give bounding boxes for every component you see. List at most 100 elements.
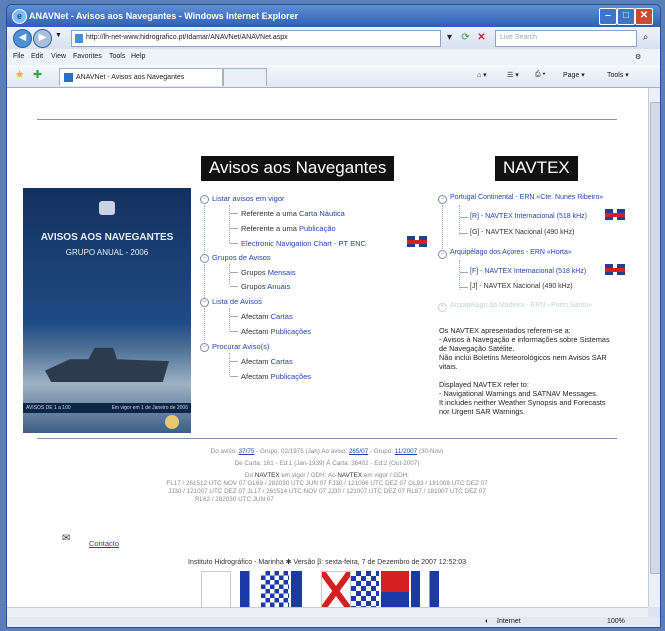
tree-enc[interactable]: Electronic Navigation Chart - PT ENC: [241, 239, 366, 248]
uk-flag-icon: [605, 209, 625, 220]
tree-tick: [230, 286, 238, 287]
tree-line: [204, 264, 205, 298]
tree-tick: [230, 243, 238, 244]
title-bar: e ANAVNet - Avisos aos Navegantes - Wind…: [7, 5, 660, 27]
navtex-g-nac[interactable]: [G] - NAVTEX Nacional (490 kHz): [470, 229, 575, 236]
tree-listar[interactable]: Listar avisos em vigor: [212, 194, 285, 203]
tree-line: [229, 353, 230, 375]
page-content: Avisos aos Navegantes NAVTEX AVISOS AOS …: [7, 88, 648, 611]
navtex-toggle-icon[interactable]: −: [438, 195, 447, 204]
print-icon[interactable]: ⎙ ▾: [535, 71, 546, 79]
navtex-gdh-row[interactable]: FL17 / 261512 UTC NOV 07 GL69 / 282030 U…: [157, 480, 497, 488]
tab-anavnet[interactable]: ANAVNet - Avisos aos Navegantes: [59, 68, 223, 86]
middle-divider: [37, 438, 617, 439]
internet-zone-icon: ◐: [485, 618, 490, 625]
tree-procurar-publicacoes[interactable]: Afectam Publicações: [241, 372, 311, 381]
address-input[interactable]: http://lh-net-www.hidrografico.pt/Idamar…: [71, 30, 441, 47]
maximize-button[interactable]: □: [617, 8, 635, 25]
menu-view[interactable]: View: [51, 53, 66, 60]
contact-link[interactable]: Contacto: [89, 539, 119, 548]
tree-procurar-cartas[interactable]: Afectam Cartas: [241, 357, 293, 366]
tools-menu[interactable]: Tools ▾: [607, 71, 629, 79]
navtex-toggle-icon[interactable]: +: [438, 303, 447, 312]
tree-ref-publicacao[interactable]: Referente a uma Publicação: [241, 224, 336, 233]
tree-line: [204, 205, 205, 257]
mail-icon[interactable]: ✉: [62, 533, 70, 544]
tree-tick: [230, 228, 238, 229]
stop-icon[interactable]: ✕: [475, 31, 488, 44]
status-bar: ◐ Internet 100%: [7, 617, 660, 627]
tree-line: [229, 264, 230, 284]
tree-lista[interactable]: Lista de Avisos: [212, 297, 262, 306]
footer-info: Do aviso: 37/75 - Grupo: 02/1975 (Jan) A…: [157, 448, 497, 504]
tree-line: [459, 260, 460, 290]
menu-edit[interactable]: Edit: [31, 53, 43, 60]
close-button[interactable]: ✕: [635, 8, 653, 25]
tree-grupos-anuais[interactable]: Grupos Anuais: [241, 282, 290, 291]
tree-tick: [460, 233, 468, 234]
feeds-icon[interactable]: ☰ ▾: [507, 71, 519, 79]
scroll-thumb[interactable]: [650, 102, 660, 574]
signal-flag-blue-icon: [291, 571, 319, 609]
minimize-button[interactable]: –: [599, 8, 617, 25]
navtex-j-nac[interactable]: [J] - NAVTEX Nacional (490 kHz): [470, 283, 573, 290]
navtex-r-int[interactable]: [R] - NAVTEX Internacional (518 kHz): [470, 213, 587, 220]
tree-ref-carta[interactable]: Referente a uma Carta Náutica: [241, 209, 345, 218]
navtex-toggle-icon[interactable]: −: [438, 250, 447, 259]
tree-toggle-icon[interactable]: −: [200, 298, 209, 307]
menu-tools[interactable]: Tools: [109, 53, 125, 60]
tree-toggle-icon[interactable]: −: [200, 254, 209, 263]
back-button[interactable]: ◀: [13, 29, 32, 48]
search-icon[interactable]: ⌕: [639, 31, 652, 44]
status-zone: Internet: [497, 618, 521, 625]
menu-bar: File Edit View Favorites Tools Help ⚙: [7, 49, 660, 65]
tree-toggle-icon[interactable]: −: [200, 195, 209, 204]
cover-strip: AVISOS DE 1 a 100 Em vigor em 1 de Janei…: [23, 403, 191, 413]
navtex-gdh-row[interactable]: RL62 / 282030 UTC JUN 07: [157, 496, 497, 504]
tree-grupos-mensais[interactable]: Grupos Mensais: [241, 268, 296, 277]
tree-tick: [230, 213, 238, 214]
tree-lista-publicacoes[interactable]: Afectam Publicações: [241, 327, 311, 336]
favorites-bar: ★ ✚ ANAVNet - Avisos aos Navegantes ⌂ ▾ …: [7, 65, 660, 88]
navtex-acores[interactable]: Arquipélago dos Açores - ERN «Horta»: [450, 249, 572, 256]
zoom-level[interactable]: 100%: [607, 618, 625, 625]
menu-help[interactable]: Help: [131, 53, 145, 60]
search-input[interactable]: Live Search: [495, 30, 637, 47]
link-grupo[interactable]: 11/2007: [395, 448, 417, 455]
navtex-note-en: Displayed NAVTEX refer to: - Navigationa…: [439, 380, 606, 416]
menu-favorites[interactable]: Favorites: [73, 53, 102, 60]
toolbar-gear-icon[interactable]: ⚙: [635, 53, 641, 61]
navtex-f-int[interactable]: [F] - NAVTEX Internacional (518 kHz): [470, 268, 586, 275]
navtex-gdh-row[interactable]: JJ30 / 121007 UTC DEZ 07 JL17 / 261514 U…: [157, 488, 497, 496]
navtex-gdh-header: Do NAVTEX em vigor / GDH: Ao NAVTEX em v…: [245, 472, 409, 479]
signal-flags: [201, 571, 465, 611]
dropdown-icon[interactable]: ▾: [443, 31, 456, 44]
add-favorite-icon[interactable]: ✚: [31, 69, 44, 82]
navtex-madeira[interactable]: Arquipélago da Madeira - ERN «Porto Sant…: [450, 302, 592, 309]
navtex-pt-continental[interactable]: Portugal Continental - ERN «Cte. Nunes R…: [450, 194, 603, 201]
tree-tick: [230, 376, 238, 377]
tree-grupos[interactable]: Grupos de Avisos: [212, 253, 271, 262]
favorites-star-icon[interactable]: ★: [13, 69, 26, 82]
cover-title: AVISOS AOS NAVEGANTES: [40, 232, 174, 243]
range-cartas: De Carta: 161 - Ed.1 (Jan-1939) À Carta:…: [234, 460, 420, 467]
signal-flag-cross-icon: [321, 571, 351, 611]
address-toolbar: ◀ ▶ ▼ http://lh-net-www.hidrografico.pt/…: [7, 27, 660, 49]
tree-tick: [460, 287, 468, 288]
page-menu[interactable]: Page ▾: [563, 71, 585, 79]
recent-pages-chevron-icon[interactable]: ▼: [55, 32, 62, 39]
tree-procurar[interactable]: Procurar Aviso(s): [212, 342, 269, 351]
new-tab-button[interactable]: [223, 68, 267, 86]
menu-file[interactable]: File: [13, 53, 24, 60]
link-aviso-to[interactable]: 265/07: [349, 448, 368, 455]
seal-icon: [165, 415, 179, 429]
refresh-icon[interactable]: ⟳: [459, 31, 472, 44]
tree-toggle-icon[interactable]: −: [200, 343, 209, 352]
uk-flag-icon: [407, 236, 427, 247]
tree-tick: [460, 272, 468, 273]
link-aviso-from[interactable]: 37/75: [239, 448, 255, 455]
home-icon[interactable]: ⌂ ▾: [477, 71, 487, 79]
tree-lista-cartas[interactable]: Afectam Cartas: [241, 312, 293, 321]
vertical-scrollbar[interactable]: [648, 88, 660, 607]
forward-button[interactable]: ▶: [33, 29, 52, 48]
